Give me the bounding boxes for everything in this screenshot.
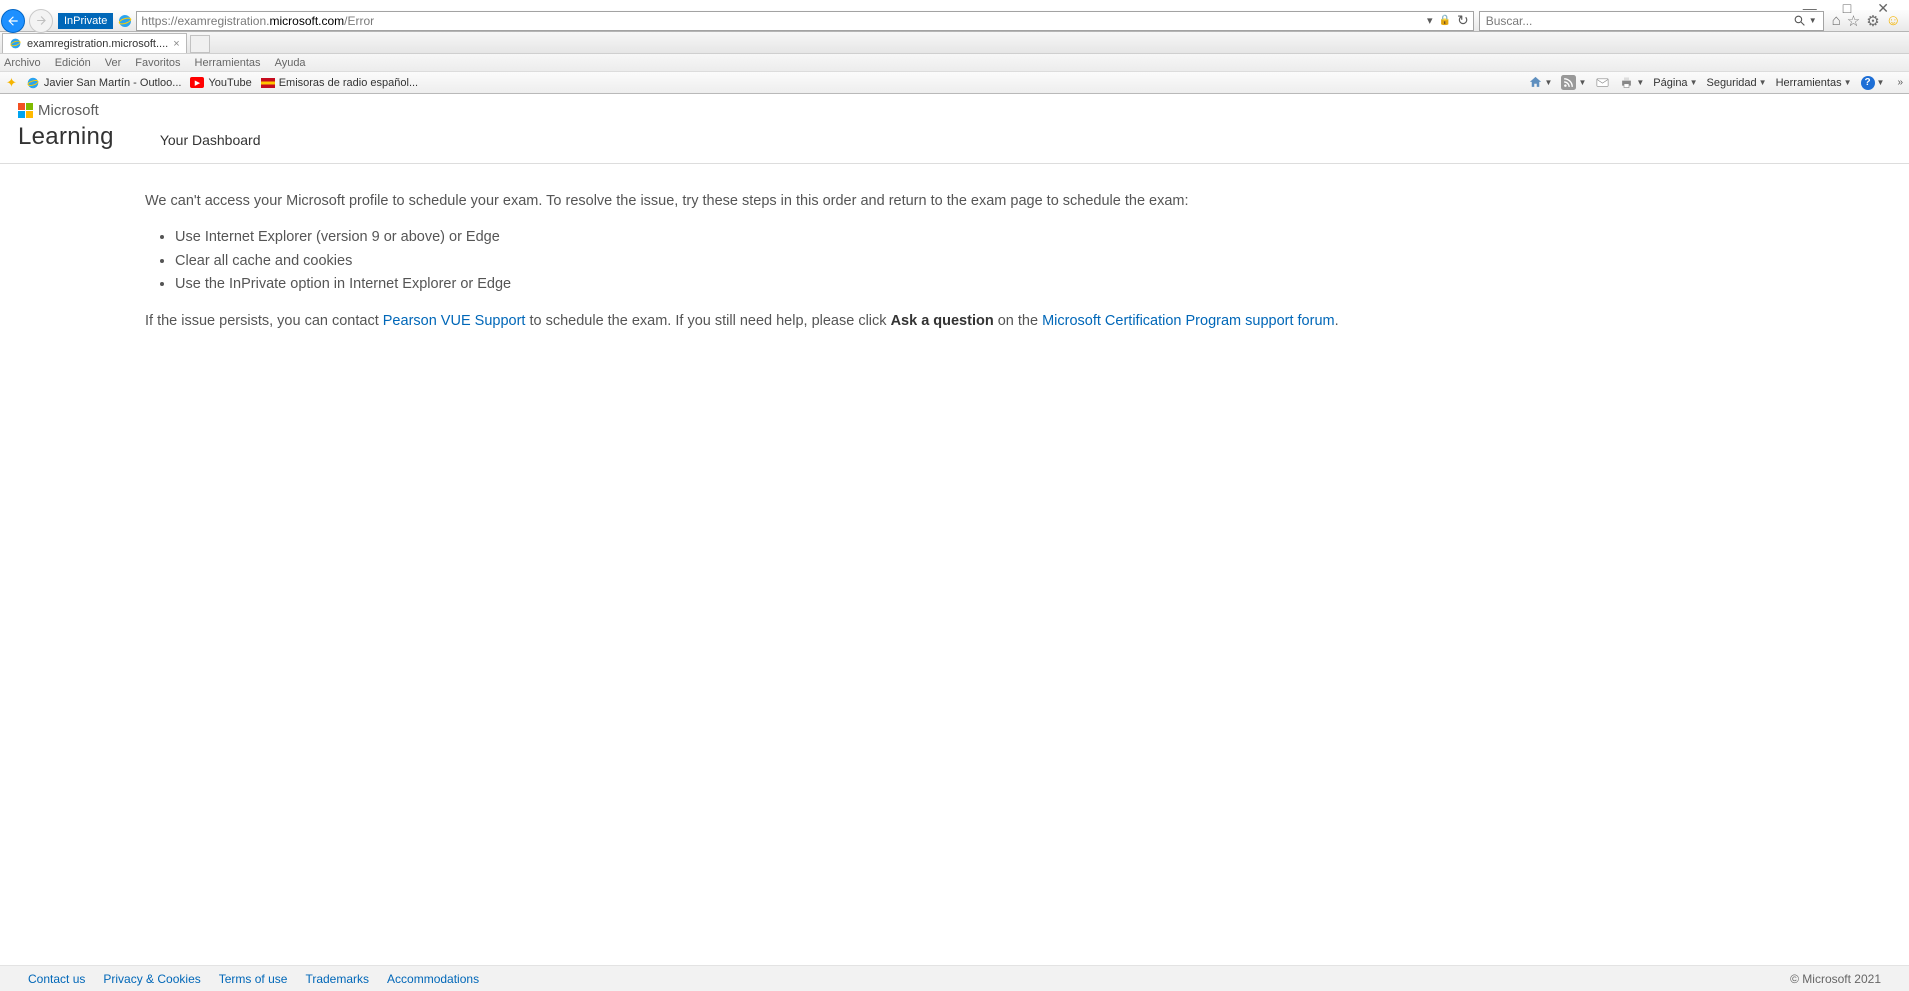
footer-contact[interactable]: Contact us [28, 972, 85, 986]
url-right-controls: ▾ 🔒 ↻ [1427, 12, 1469, 29]
error-persist-line: If the issue persists, you can contact P… [145, 310, 1345, 332]
ie-icon [26, 76, 40, 90]
home-icon [1528, 75, 1543, 90]
home-icon[interactable]: ⌂ [1832, 12, 1841, 30]
footer-accommodations[interactable]: Accommodations [387, 972, 479, 986]
inprivate-badge: InPrivate [58, 13, 113, 29]
chevron-down-icon: ▼ [1578, 78, 1586, 87]
error-intro: We can't access your Microsoft profile t… [145, 190, 1345, 212]
ie-icon [9, 37, 22, 50]
url-dropdown-icon[interactable]: ▾ [1427, 14, 1433, 27]
mail-icon [1595, 75, 1610, 90]
cmd-pagina[interactable]: Página▼ [1653, 77, 1697, 89]
learning-title: Learning [18, 123, 114, 151]
chrome-right-icons: ⌂ ☆ ⚙ ☺ [1832, 12, 1901, 30]
page-viewport: Microsoft Learning Your Dashboard We can… [0, 94, 1909, 991]
menu-bar: Archivo Edición Ver Favoritos Herramient… [0, 54, 1909, 72]
menu-favoritos[interactable]: Favoritos [135, 57, 180, 69]
printer-icon [1619, 75, 1634, 90]
list-item: Use Internet Explorer (version 9 or abov… [175, 226, 1345, 248]
favorite-label: Emisoras de radio español... [279, 77, 418, 89]
back-button[interactable] [1, 9, 25, 33]
footer-copyright: © Microsoft 2021 [1790, 972, 1881, 986]
favorite-outlook[interactable]: Javier San Martín - Outloo... [26, 76, 182, 90]
arrow-right-icon [35, 14, 48, 27]
chevron-down-icon: ▼ [1690, 78, 1698, 87]
cmd-feeds[interactable]: ▼ [1561, 75, 1586, 90]
cmd-home[interactable]: ▼ [1528, 75, 1553, 90]
menu-ayuda[interactable]: Ayuda [275, 57, 306, 69]
microsoft-text: Microsoft [38, 102, 99, 119]
tab-strip: examregistration.microsoft.... × [0, 32, 1909, 54]
chevron-down-icon: ▼ [1877, 78, 1885, 87]
settings-gear-icon[interactable]: ⚙ [1866, 12, 1879, 30]
tab-title: examregistration.microsoft.... [27, 38, 168, 50]
microsoft-logo-icon [18, 103, 33, 118]
error-content: We can't access your Microsoft profile t… [145, 190, 1345, 332]
tab-active[interactable]: examregistration.microsoft.... × [2, 33, 187, 53]
favorite-emisoras[interactable]: Emisoras de radio español... [261, 77, 418, 89]
url-text-prefix: https://examregistration. [141, 14, 269, 28]
favorite-label: YouTube [208, 77, 251, 89]
favorite-youtube[interactable]: ▶ YouTube [190, 77, 251, 89]
search-input[interactable]: Buscar... ▼ [1479, 11, 1824, 31]
chevron-down-icon: ▼ [1636, 78, 1644, 87]
favorites-bar: ✦ Javier San Martín - Outloo... ▶ YouTub… [0, 72, 1909, 94]
page-header: Microsoft Learning Your Dashboard [0, 94, 1909, 164]
cmd-herramientas[interactable]: Herramientas▼ [1776, 77, 1852, 89]
search-dropdown-icon[interactable]: ▼ [1809, 16, 1817, 25]
rss-icon [1561, 75, 1576, 90]
menu-edicion[interactable]: Edición [55, 57, 91, 69]
microsoft-logo: Microsoft [18, 102, 114, 119]
menu-archivo[interactable]: Archivo [4, 57, 41, 69]
page-footer: Contact us Privacy & Cookies Terms of us… [0, 965, 1909, 991]
overflow-icon[interactable]: » [1897, 77, 1903, 88]
cmd-help[interactable]: ?▼ [1861, 76, 1885, 90]
help-icon: ? [1861, 76, 1875, 90]
chevron-down-icon: ▼ [1844, 78, 1852, 87]
add-favorite-icon[interactable]: ✦ [6, 75, 17, 91]
spain-flag-icon [261, 78, 275, 88]
list-item: Use the InPrivate option in Internet Exp… [175, 273, 1345, 295]
url-text-domain: microsoft.com [269, 14, 344, 28]
address-bar: InPrivate https://examregistration.micro… [0, 10, 1909, 32]
feedback-smiley-icon[interactable]: ☺ [1886, 12, 1901, 30]
chevron-down-icon: ▼ [1545, 78, 1553, 87]
url-text-suffix: /Error [344, 14, 374, 28]
menu-herramientas[interactable]: Herramientas [195, 57, 261, 69]
arrow-left-icon [6, 14, 20, 28]
pearson-vue-link[interactable]: Pearson VUE Support [383, 313, 526, 329]
menu-ver[interactable]: Ver [105, 57, 122, 69]
url-input[interactable]: https://examregistration.microsoft.com/E… [136, 11, 1473, 31]
refresh-button[interactable]: ↻ [1457, 12, 1469, 29]
favorites-star-icon[interactable]: ☆ [1847, 12, 1860, 30]
youtube-icon: ▶ [190, 77, 204, 88]
ask-a-question-text: Ask a question [891, 313, 994, 329]
window-controls: — □ ✕ [0, 0, 1909, 10]
favorite-label: Javier San Martín - Outloo... [44, 77, 182, 89]
cmd-seguridad[interactable]: Seguridad▼ [1706, 77, 1766, 89]
tab-close-button[interactable]: × [173, 38, 179, 50]
forward-button [29, 9, 53, 33]
footer-trademarks[interactable]: Trademarks [305, 972, 369, 986]
footer-terms[interactable]: Terms of use [219, 972, 288, 986]
search-placeholder: Buscar... [1486, 14, 1533, 28]
lock-icon[interactable]: 🔒 [1439, 15, 1451, 26]
error-steps-list: Use Internet Explorer (version 9 or abov… [175, 226, 1345, 295]
cert-forum-link[interactable]: Microsoft Certification Program support … [1042, 313, 1335, 329]
cmd-read-mail[interactable] [1595, 75, 1610, 90]
chevron-down-icon: ▼ [1759, 78, 1767, 87]
your-dashboard-link[interactable]: Your Dashboard [160, 132, 261, 151]
cmd-print[interactable]: ▼ [1619, 75, 1644, 90]
new-tab-button[interactable] [190, 35, 210, 53]
search-icon[interactable] [1793, 14, 1806, 27]
list-item: Clear all cache and cookies [175, 250, 1345, 272]
footer-privacy[interactable]: Privacy & Cookies [103, 972, 200, 986]
ie-icon [117, 13, 133, 29]
